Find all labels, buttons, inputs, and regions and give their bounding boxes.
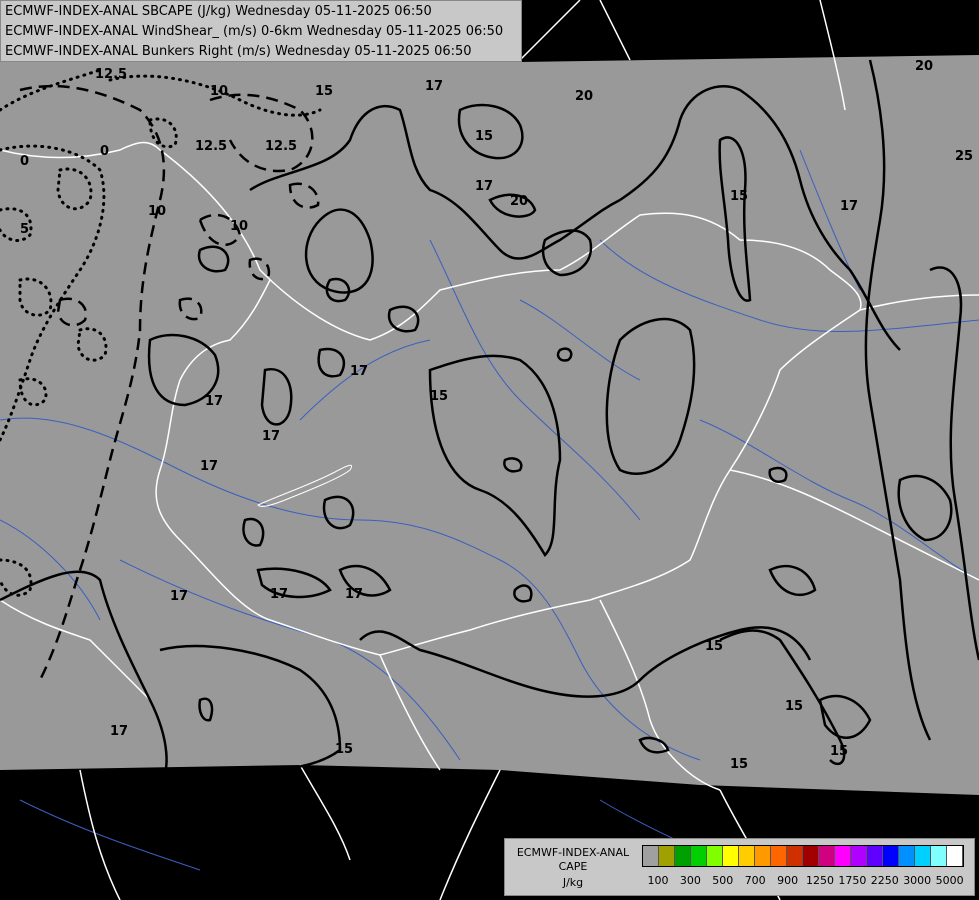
legend-swatch [739, 846, 755, 866]
contour-label: 20 [575, 89, 593, 104]
contour-label: 20 [510, 194, 528, 209]
model-domain [0, 55, 979, 795]
title-sbcape: ECMWF-INDEX-ANAL SBCAPE (J/kg) Wednesday… [5, 4, 432, 19]
contour-label: 17 [205, 394, 223, 409]
legend-swatch [867, 846, 883, 866]
contour-label: 17 [170, 589, 188, 604]
contour-label: 15 [315, 84, 333, 99]
legend-swatch [947, 846, 963, 866]
contour-label: 17 [350, 364, 368, 379]
legend-unit: J/kg [562, 876, 584, 889]
legend-tick-label: 100 [647, 874, 669, 887]
contour-label: 15 [705, 639, 723, 654]
legend-swatch [803, 846, 819, 866]
legend-swatch [771, 846, 787, 866]
contour-label: 17 [475, 179, 493, 194]
legend-swatch [899, 846, 915, 866]
legend-swatch [723, 846, 739, 866]
contour-label: 0 [100, 144, 109, 159]
contour-label: 15 [430, 389, 448, 404]
legend-swatch [675, 846, 691, 866]
legend-tick-label: 500 [712, 874, 734, 887]
legend-swatch [851, 846, 867, 866]
contour-label: 15 [785, 699, 803, 714]
contour-label: 17 [425, 79, 443, 94]
contour-label: 25 [955, 149, 973, 164]
legend-swatch [691, 846, 707, 866]
contour-label: 5 [20, 222, 29, 237]
contour-label: 0 [20, 154, 29, 169]
contour-label: 10 [148, 204, 166, 219]
legend-tick-label: 900 [777, 874, 799, 887]
legend-tick-label: 1750 [838, 874, 867, 887]
contour-label: 17 [840, 199, 858, 214]
title-windshear: ECMWF-INDEX-ANAL WindShear_ (m/s) 0-6km … [5, 24, 504, 39]
legend-tick-label: 5000 [935, 874, 964, 887]
legend-tick-label: 3000 [903, 874, 932, 887]
legend-tick-label: 1250 [806, 874, 834, 887]
contour-label: 15 [830, 744, 848, 759]
legend-swatch [931, 846, 947, 866]
legend-swatch [915, 846, 931, 866]
contour-label: 15 [730, 757, 748, 772]
legend-tick-label: 300 [679, 874, 701, 887]
legend-swatch [707, 846, 723, 866]
legend-swatch [755, 846, 771, 866]
contour-label: 17 [270, 587, 288, 602]
contour-label: 12.5 [95, 67, 127, 82]
title-bunkers: ECMWF-INDEX-ANAL Bunkers Right (m/s) Wed… [5, 44, 472, 59]
contour-label: 17 [262, 429, 280, 444]
legend-tick-label: 700 [744, 874, 766, 887]
legend-swatch [883, 846, 899, 866]
contour-label: 12.5 [195, 139, 227, 154]
contour-label: 12.5 [265, 139, 297, 154]
legend-ticks: 100 300 500 700 900 1250 1750 2250 3000 5000 [642, 874, 967, 888]
cape-legend: ECMWF-INDEX-ANAL CAPE J/kg 100 300 500 700 9… [504, 838, 975, 896]
legend-variable: CAPE [558, 860, 588, 873]
legend-swatch [643, 846, 659, 866]
contour-label: 17 [200, 459, 218, 474]
contour-label: 10 [230, 219, 248, 234]
legend-tick-label: 2250 [870, 874, 899, 887]
contour-label: 15 [475, 129, 493, 144]
legend-swatch [787, 846, 803, 866]
legend-swatch [835, 846, 851, 866]
legend-swatch [659, 846, 675, 866]
map-canvas: 12.5 10 12.5 12.5 15 17 15 17 20 20 15 2… [0, 0, 979, 900]
contour-label: 15 [730, 189, 748, 204]
legend-title: ECMWF-INDEX-ANAL [516, 846, 630, 859]
title-box: ECMWF-INDEX-ANAL SBCAPE (J/kg) Wednesday… [0, 0, 522, 62]
legend-swatch [819, 846, 835, 866]
contour-label: 10 [210, 84, 228, 99]
contour-label: 15 [335, 742, 353, 757]
legend-swatches [642, 845, 964, 867]
contour-label: 17 [345, 587, 363, 602]
contour-label: 17 [110, 724, 128, 739]
contour-label: 20 [915, 59, 933, 74]
